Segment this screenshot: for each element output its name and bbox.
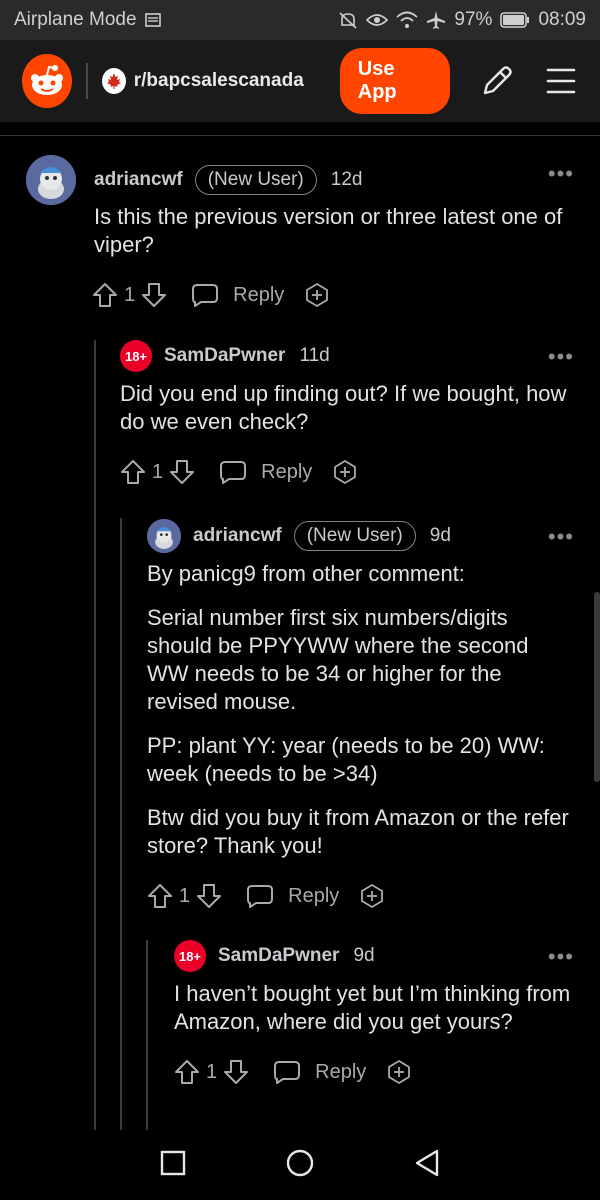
- comment: adriancwf (New User) 12d ••• Is this the…: [26, 155, 574, 315]
- award-icon[interactable]: [359, 883, 385, 909]
- upvote-icon[interactable]: [174, 1059, 200, 1085]
- mute-icon: [338, 11, 358, 29]
- comment-actions: 1 Reply: [120, 452, 574, 492]
- comment-body: Did you end up finding out? If we bought…: [120, 380, 574, 436]
- comment: adriancwf (New User) 9d ••• By panicg9 f…: [147, 518, 574, 916]
- system-navigation-bar: [0, 1130, 600, 1200]
- comment-paragraph: By panicg9 from other comment:: [147, 561, 465, 586]
- award-icon[interactable]: [386, 1059, 412, 1085]
- thread-line[interactable]: [94, 340, 96, 1130]
- reply-button[interactable]: Reply: [261, 461, 312, 484]
- scrollbar[interactable]: [594, 592, 600, 782]
- username[interactable]: SamDaPwner: [164, 345, 285, 367]
- wifi-icon: [396, 11, 419, 29]
- battery-percent: 97%: [454, 9, 493, 30]
- reply-icon[interactable]: [219, 459, 247, 485]
- status-bar: Airplane Mode 97% 08:09: [0, 0, 600, 40]
- comment-age: 11d: [299, 345, 330, 366]
- comment-age: 9d: [353, 945, 375, 966]
- app-header: r/bapcsalescanada Use App: [0, 40, 600, 122]
- nsfw-badge: 18+: [174, 940, 206, 972]
- subreddit-icon: [101, 68, 126, 94]
- award-icon[interactable]: [332, 459, 358, 485]
- clock: 08:09: [538, 9, 586, 30]
- comment-actions: 1 Reply: [174, 1052, 574, 1092]
- downvote-icon[interactable]: [196, 883, 222, 909]
- thread-line[interactable]: [146, 940, 148, 1130]
- more-options-icon[interactable]: •••: [548, 526, 574, 548]
- comment-paragraph: Serial number first six numbers/digits s…: [147, 605, 529, 714]
- reply-button[interactable]: Reply: [288, 885, 339, 908]
- downvote-icon[interactable]: [169, 459, 195, 485]
- reply-button[interactable]: Reply: [315, 1061, 366, 1084]
- avatar[interactable]: [147, 519, 181, 553]
- home-icon[interactable]: [284, 1147, 316, 1184]
- user-flair: (New User): [194, 165, 317, 195]
- menu-icon[interactable]: [544, 66, 578, 96]
- vote-score: 1: [152, 460, 164, 483]
- header-separator: [0, 135, 600, 136]
- back-icon[interactable]: [413, 1148, 441, 1183]
- comment: 18+ SamDaPwner 9d ••• I haven’t bought y…: [174, 938, 574, 1092]
- vote-score: 1: [124, 283, 136, 306]
- comment-paragraph: PP: plant YY: year (needs to be 20) WW: …: [147, 733, 545, 786]
- comment-age: 12d: [330, 169, 363, 190]
- reply-icon[interactable]: [246, 883, 274, 909]
- comment-paragraph: I haven’t bought yet but I’m thinking fr…: [174, 981, 571, 1034]
- vote-score: 1: [179, 884, 191, 907]
- vote-score: 1: [206, 1060, 218, 1083]
- username[interactable]: adriancwf: [94, 169, 183, 191]
- comment-body: I haven’t bought yet but I’m thinking fr…: [174, 980, 574, 1036]
- battery-icon: [500, 12, 530, 28]
- use-app-button[interactable]: Use App: [339, 48, 450, 114]
- comment-actions: 1 Reply: [92, 275, 574, 315]
- reddit-logo-icon[interactable]: [22, 54, 72, 108]
- recent-apps-icon[interactable]: [159, 1149, 187, 1182]
- upvote-icon[interactable]: [147, 883, 173, 909]
- more-options-icon[interactable]: •••: [548, 946, 574, 968]
- airplane-mode-label: Airplane Mode: [14, 9, 137, 30]
- comment-paragraph: Did you end up finding out? If we bought…: [120, 381, 567, 434]
- username[interactable]: SamDaPwner: [218, 945, 339, 967]
- notification-icon: [144, 13, 161, 27]
- comment-body: By panicg9 from other comment: Serial nu…: [147, 560, 574, 860]
- upvote-icon[interactable]: [120, 459, 146, 485]
- user-flair: (New User): [293, 521, 416, 551]
- thread-line[interactable]: [120, 518, 122, 1130]
- header-divider: [85, 63, 88, 99]
- upvote-icon[interactable]: [92, 282, 118, 308]
- airplane-icon: [426, 10, 446, 30]
- comment-paragraph: Is this the previous version or three la…: [94, 204, 563, 257]
- downvote-icon[interactable]: [223, 1059, 249, 1085]
- award-icon[interactable]: [304, 282, 330, 308]
- avatar[interactable]: [26, 155, 76, 205]
- comment-body: Is this the previous version or three la…: [94, 203, 574, 259]
- comment-age: 9d: [429, 525, 451, 546]
- comment-paragraph: Btw did you buy it from Amazon or the re…: [147, 805, 569, 858]
- reply-button[interactable]: Reply: [233, 284, 284, 307]
- create-post-icon[interactable]: [480, 64, 514, 98]
- comment-actions: 1 Reply: [147, 876, 574, 916]
- more-options-icon[interactable]: •••: [548, 163, 574, 185]
- comment: 18+ SamDaPwner 11d ••• Did you end up fi…: [120, 338, 574, 492]
- downvote-icon[interactable]: [141, 282, 167, 308]
- reply-icon[interactable]: [273, 1059, 301, 1085]
- more-options-icon[interactable]: •••: [548, 346, 574, 368]
- username[interactable]: adriancwf: [193, 525, 282, 547]
- reply-icon[interactable]: [191, 282, 219, 308]
- nsfw-badge: 18+: [120, 340, 152, 372]
- subreddit-name[interactable]: r/bapcsalescanada: [134, 70, 304, 92]
- eye-icon: [366, 12, 389, 28]
